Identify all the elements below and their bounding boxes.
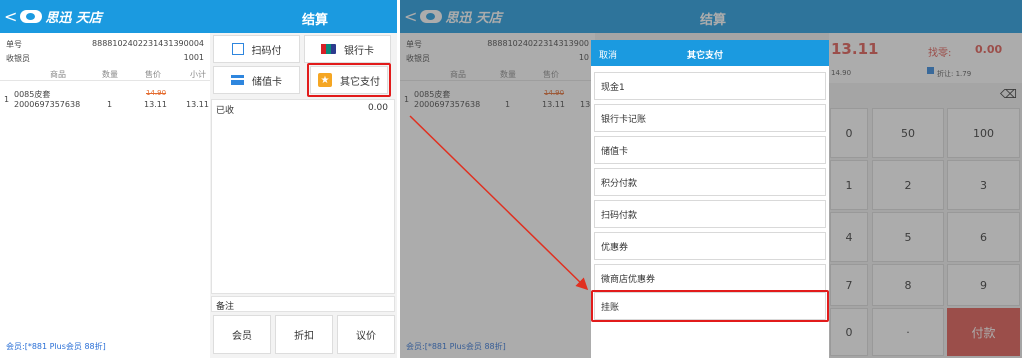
arrow-line bbox=[409, 115, 589, 291]
annotation-arrow bbox=[409, 115, 589, 291]
